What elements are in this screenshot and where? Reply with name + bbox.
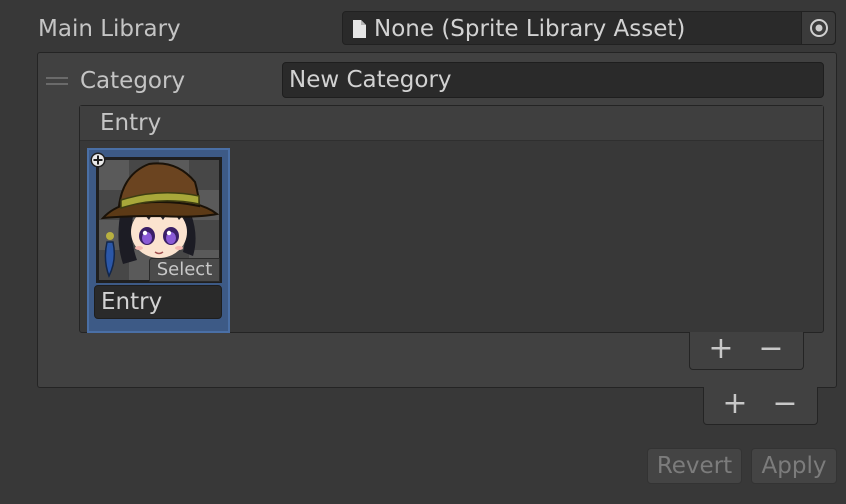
entry-name-field[interactable]: [94, 285, 222, 319]
object-picker-button[interactable]: [801, 12, 835, 44]
revert-button[interactable]: Revert: [647, 448, 742, 484]
category-list-footer: + −: [703, 387, 818, 425]
add-circle-icon[interactable]: [90, 152, 106, 168]
entry-name-input[interactable]: [95, 286, 221, 318]
file-icon: [353, 20, 366, 38]
remove-category-button[interactable]: −: [768, 389, 802, 419]
main-library-value: None (Sprite Library Asset): [374, 16, 686, 42]
sprite-select-button[interactable]: Select: [149, 258, 220, 282]
category-name-field[interactable]: [282, 62, 824, 98]
apply-button[interactable]: Apply: [751, 448, 837, 484]
main-library-label: Main Library: [38, 16, 181, 42]
category-label: Category: [80, 68, 186, 94]
entry-list-footer: + −: [689, 332, 804, 370]
add-entry-button[interactable]: +: [704, 334, 738, 364]
remove-entry-button[interactable]: −: [754, 334, 788, 364]
main-library-object-field[interactable]: None (Sprite Library Asset): [342, 11, 836, 45]
drag-handle-icon[interactable]: [46, 77, 68, 87]
category-name-input[interactable]: [283, 63, 823, 97]
add-category-button[interactable]: +: [718, 389, 752, 419]
entry-list-header-label: Entry: [100, 110, 162, 136]
entry-list-header: [80, 106, 823, 141]
object-picker-icon: [810, 19, 828, 37]
